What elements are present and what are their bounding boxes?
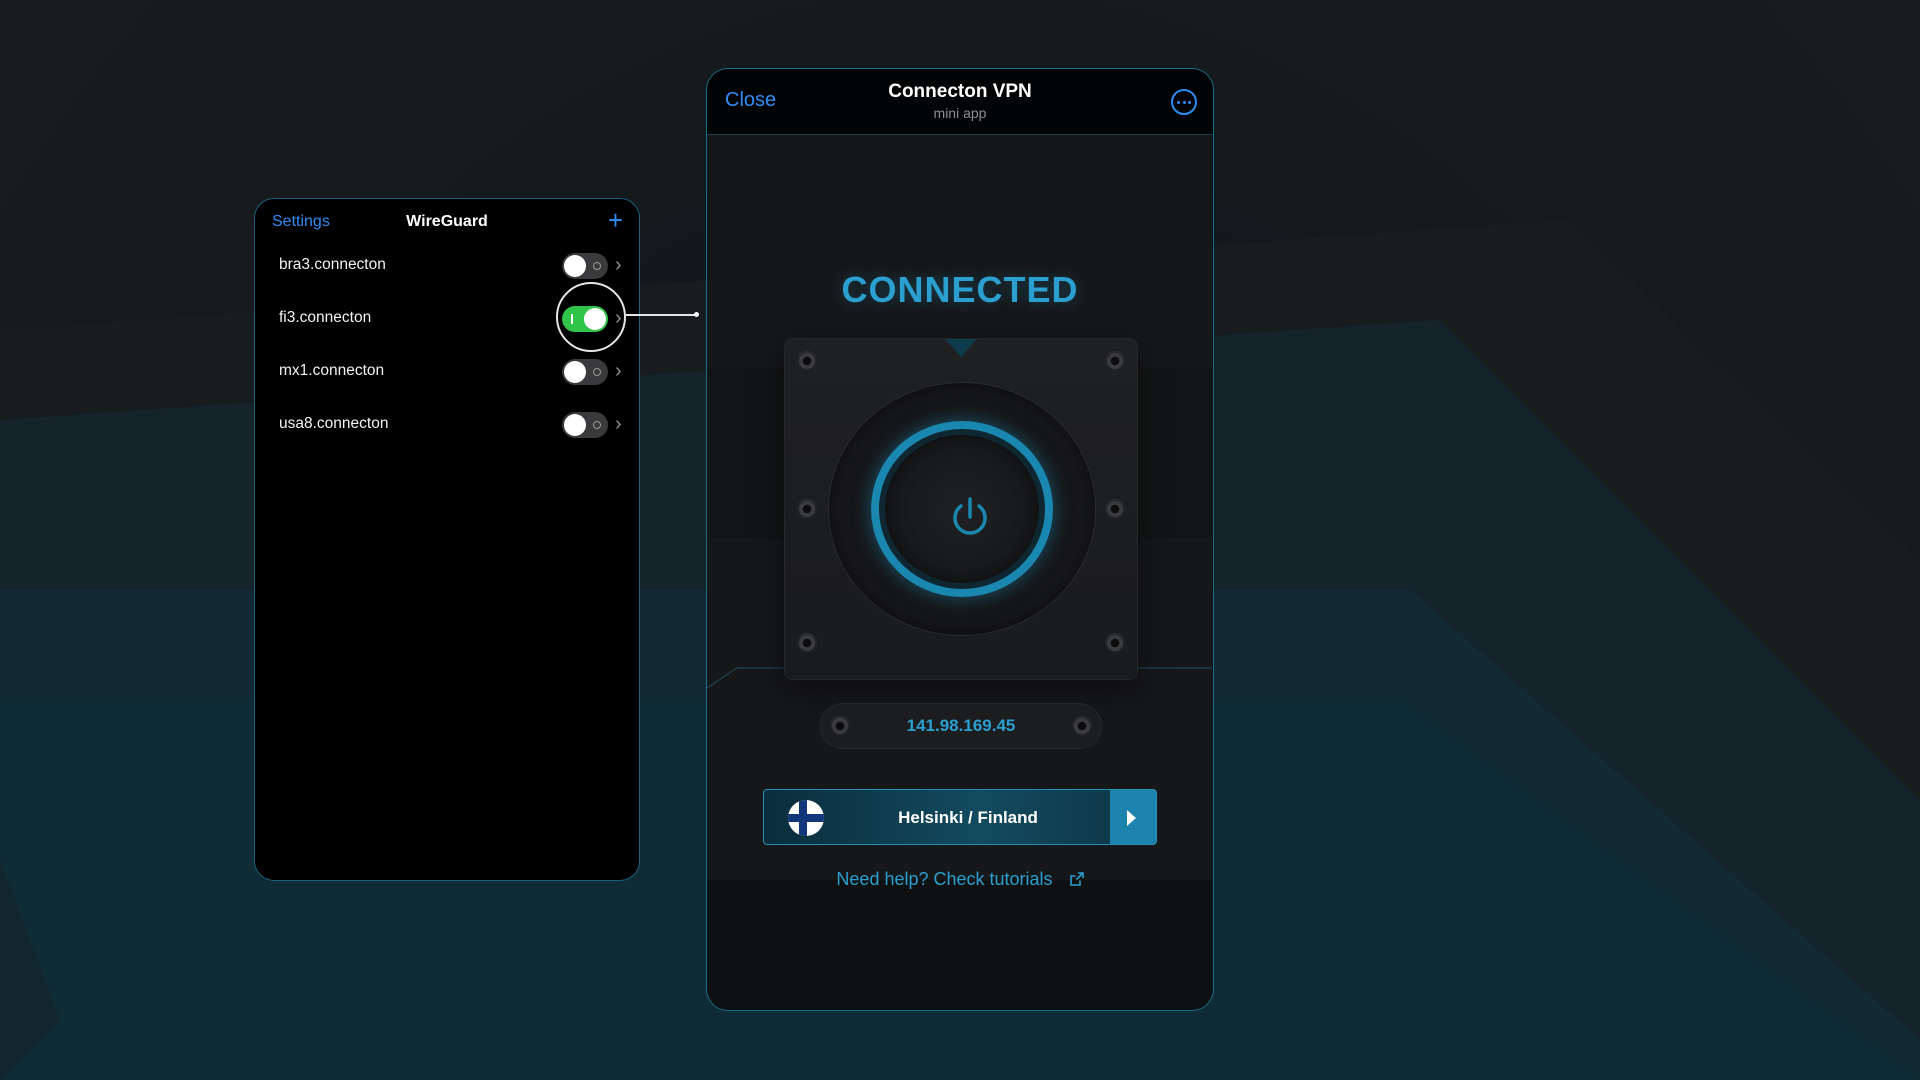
screw-icon — [1105, 499, 1125, 519]
screw-icon — [797, 633, 817, 653]
highlight-ring — [556, 282, 626, 352]
location-selector[interactable]: Helsinki / Finland — [763, 789, 1157, 845]
tunnel-toggle[interactable] — [562, 359, 608, 385]
ip-address-bar: 141.98.169.45 — [820, 703, 1102, 749]
plate-notch — [945, 339, 977, 357]
app-title: Connecton VPN — [888, 81, 1032, 102]
tunnel-name: usa8.connecton — [279, 415, 389, 432]
connection-status: CONNECTED — [841, 269, 1079, 310]
ellipsis-circle-icon[interactable] — [1171, 89, 1197, 115]
tunnel-name: mx1.connecton — [279, 362, 385, 379]
app-subtitle: mini app — [933, 105, 987, 121]
location-label: Helsinki / Finland — [898, 808, 1038, 827]
wireguard-title: WireGuard — [406, 213, 488, 230]
play-arrow-icon[interactable] — [1110, 790, 1156, 844]
power-icon — [953, 497, 987, 535]
vpn-mini-app: Close Connecton VPN mini app CONNECTED 1… — [706, 68, 1214, 1011]
help-link-text: Need help? Check tutorials — [836, 869, 1053, 889]
tunnel-name: fi3.connecton — [279, 309, 372, 326]
power-button[interactable] — [871, 421, 1053, 597]
tunnel-row[interactable]: usa8.connecton › — [255, 398, 639, 451]
plus-icon[interactable]: + — [608, 207, 623, 233]
tunnel-name: bra3.connecton — [279, 256, 386, 273]
screw-icon — [797, 499, 817, 519]
tunnel-toggle[interactable] — [562, 253, 608, 279]
chevron-right-icon[interactable]: › — [615, 252, 622, 278]
finland-flag-icon — [788, 800, 824, 836]
app-header: Close Connecton VPN mini app — [707, 69, 1213, 135]
screw-icon — [1105, 633, 1125, 653]
screw-icon — [1105, 351, 1125, 371]
power-plate — [785, 339, 1137, 679]
help-link[interactable]: Need help? Check tutorials — [707, 869, 1213, 890]
chevron-right-icon[interactable]: › — [615, 358, 622, 384]
tunnel-toggle[interactable] — [562, 412, 608, 438]
screw-icon — [797, 351, 817, 371]
ip-address: 141.98.169.45 — [906, 716, 1016, 735]
tunnel-row[interactable]: mx1.connecton › — [255, 345, 639, 398]
connector-line — [626, 314, 696, 316]
external-link-icon — [1069, 872, 1084, 886]
connector-dot — [694, 312, 699, 317]
chevron-right-icon[interactable]: › — [615, 411, 622, 437]
wireguard-header: Settings WireGuard + — [255, 205, 639, 239]
app-footer-area — [707, 880, 1212, 1010]
